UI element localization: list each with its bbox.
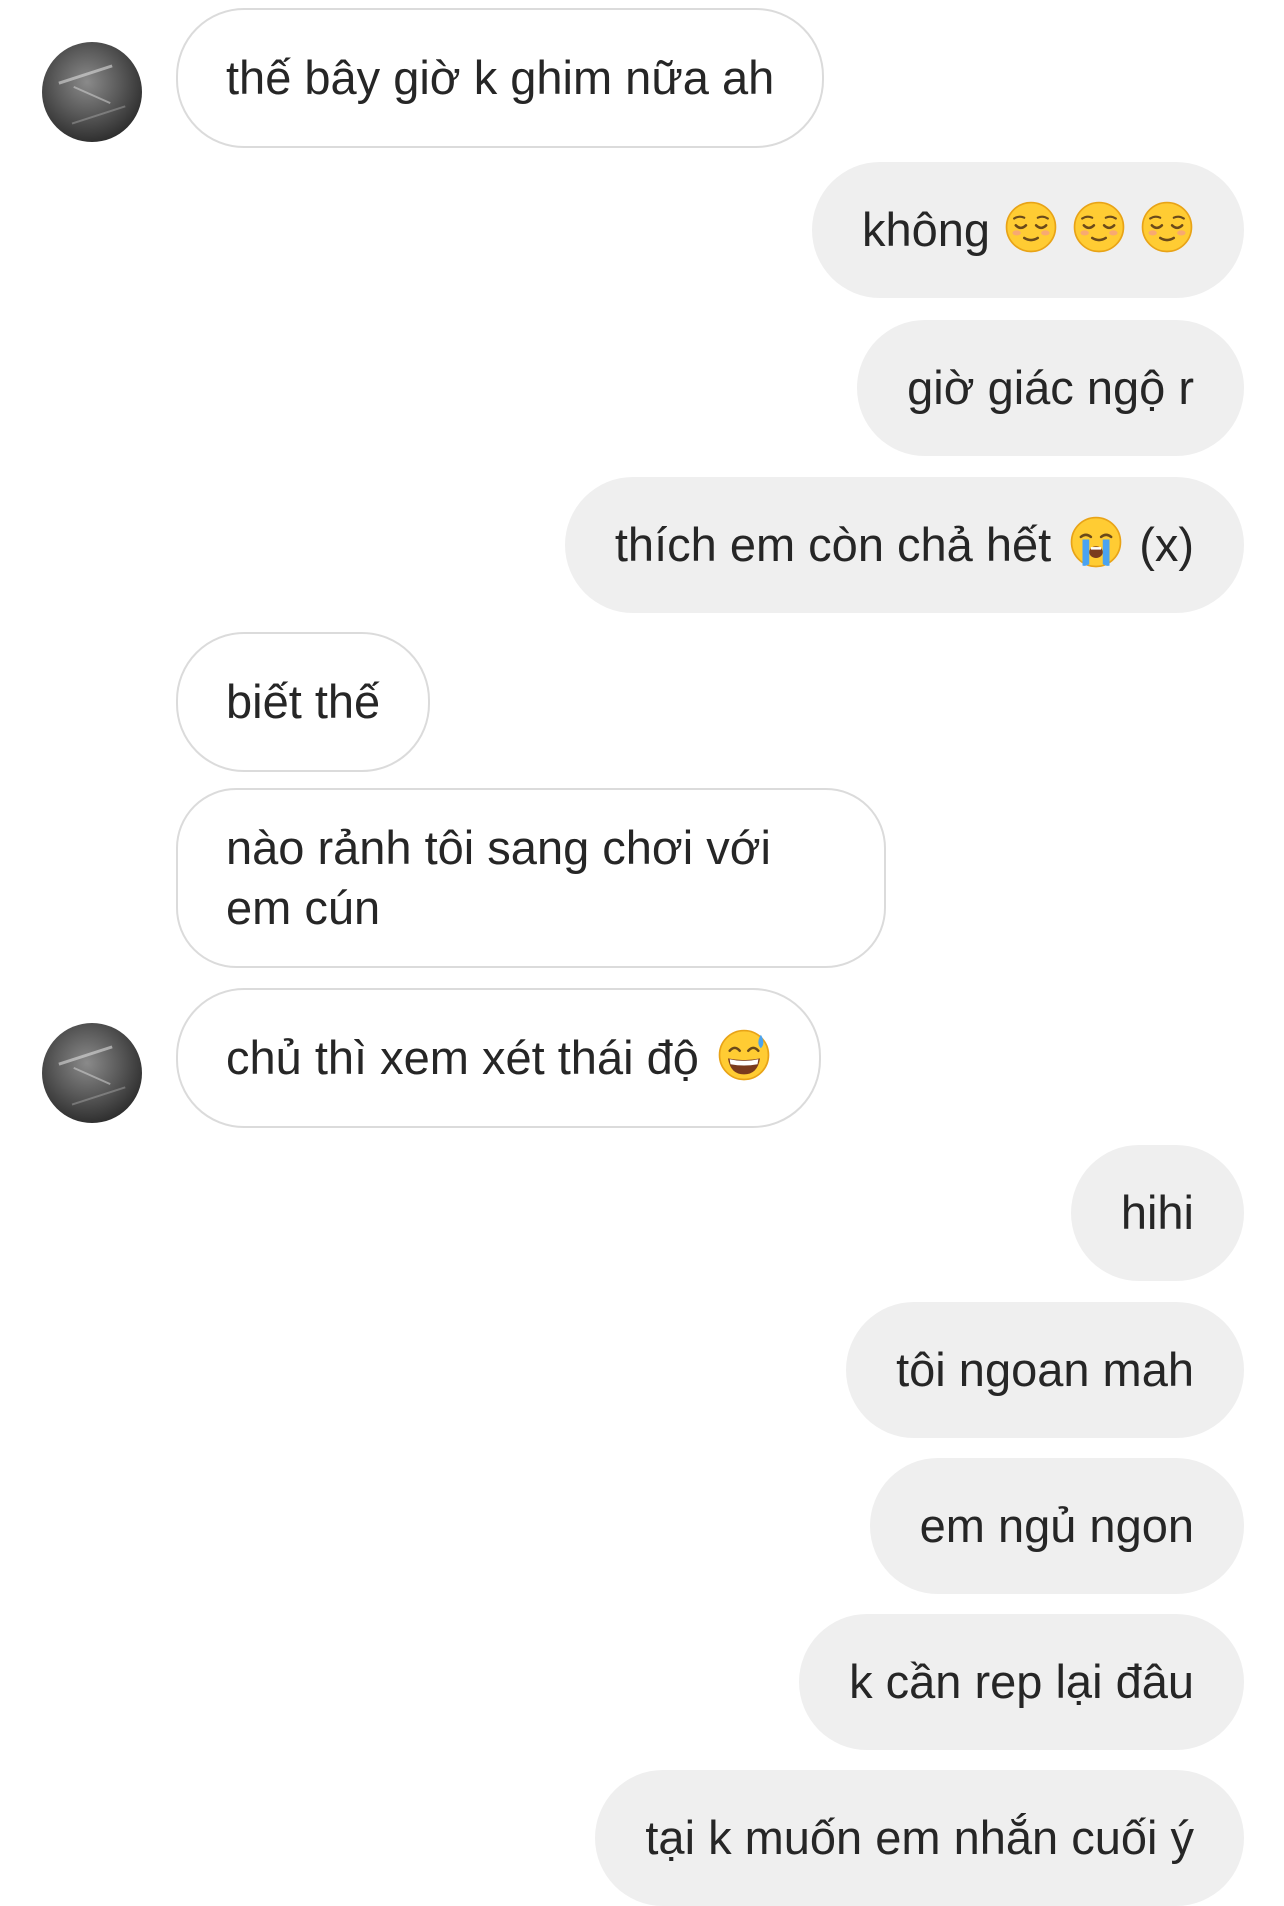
- message-text-line: nào rảnh tôi sang chơi với: [226, 821, 771, 874]
- message-text: em ngủ ngon: [919, 1499, 1194, 1552]
- outgoing-message-bubble[interactable]: hihi: [1070, 1145, 1244, 1281]
- message-text: thế bây giờ k ghim nữa ah: [226, 51, 775, 104]
- incoming-message-bubble[interactable]: chủ thì xem xét thái độ: [176, 988, 821, 1128]
- contact-avatar[interactable]: [42, 1023, 142, 1123]
- relieved-face-icon: [1073, 201, 1125, 253]
- outgoing-message-bubble[interactable]: tại k muốn em nhắn cuối ý: [595, 1770, 1244, 1906]
- message-text-suffix: (x): [1139, 518, 1194, 571]
- message-text: thích em còn chả hết: [614, 518, 1052, 571]
- outgoing-message-bubble[interactable]: tôi ngoan mah: [846, 1302, 1244, 1438]
- message-text: k cần rep lại đâu: [849, 1655, 1194, 1708]
- message-text: tôi ngoan mah: [896, 1343, 1194, 1396]
- message-text: chủ thì xem xét thái độ: [226, 1031, 699, 1084]
- relieved-face-icon: [1005, 201, 1057, 253]
- loudly-crying-face-icon: [1070, 516, 1122, 568]
- message-text: giờ giác ngộ r: [907, 361, 1194, 414]
- outgoing-message-bubble[interactable]: giờ giác ngộ r: [857, 320, 1244, 456]
- message-text: biết thế: [226, 675, 381, 728]
- outgoing-message-bubble[interactable]: không: [811, 162, 1244, 298]
- outgoing-message-bubble[interactable]: thích em còn chả hết (x): [564, 477, 1244, 613]
- contact-avatar[interactable]: [42, 42, 142, 142]
- incoming-message-bubble[interactable]: nào rảnh tôi sang chơi với em cún: [176, 788, 886, 968]
- message-text: không: [861, 203, 990, 256]
- message-text-line: em cún: [226, 881, 381, 934]
- message-text: hihi: [1120, 1186, 1194, 1239]
- chat-thread: thế bây giờ k ghim nữa ah không giờ giác…: [0, 0, 1284, 1906]
- grinning-face-with-sweat-icon: [718, 1029, 770, 1081]
- message-text: tại k muốn em nhắn cuối ý: [645, 1811, 1194, 1864]
- incoming-message-bubble[interactable]: thế bây giờ k ghim nữa ah: [176, 8, 825, 148]
- relieved-face-icon: [1141, 201, 1193, 253]
- outgoing-message-bubble[interactable]: em ngủ ngon: [869, 1458, 1244, 1594]
- incoming-message-bubble[interactable]: biết thế: [176, 632, 431, 772]
- outgoing-message-bubble[interactable]: k cần rep lại đâu: [799, 1614, 1244, 1750]
